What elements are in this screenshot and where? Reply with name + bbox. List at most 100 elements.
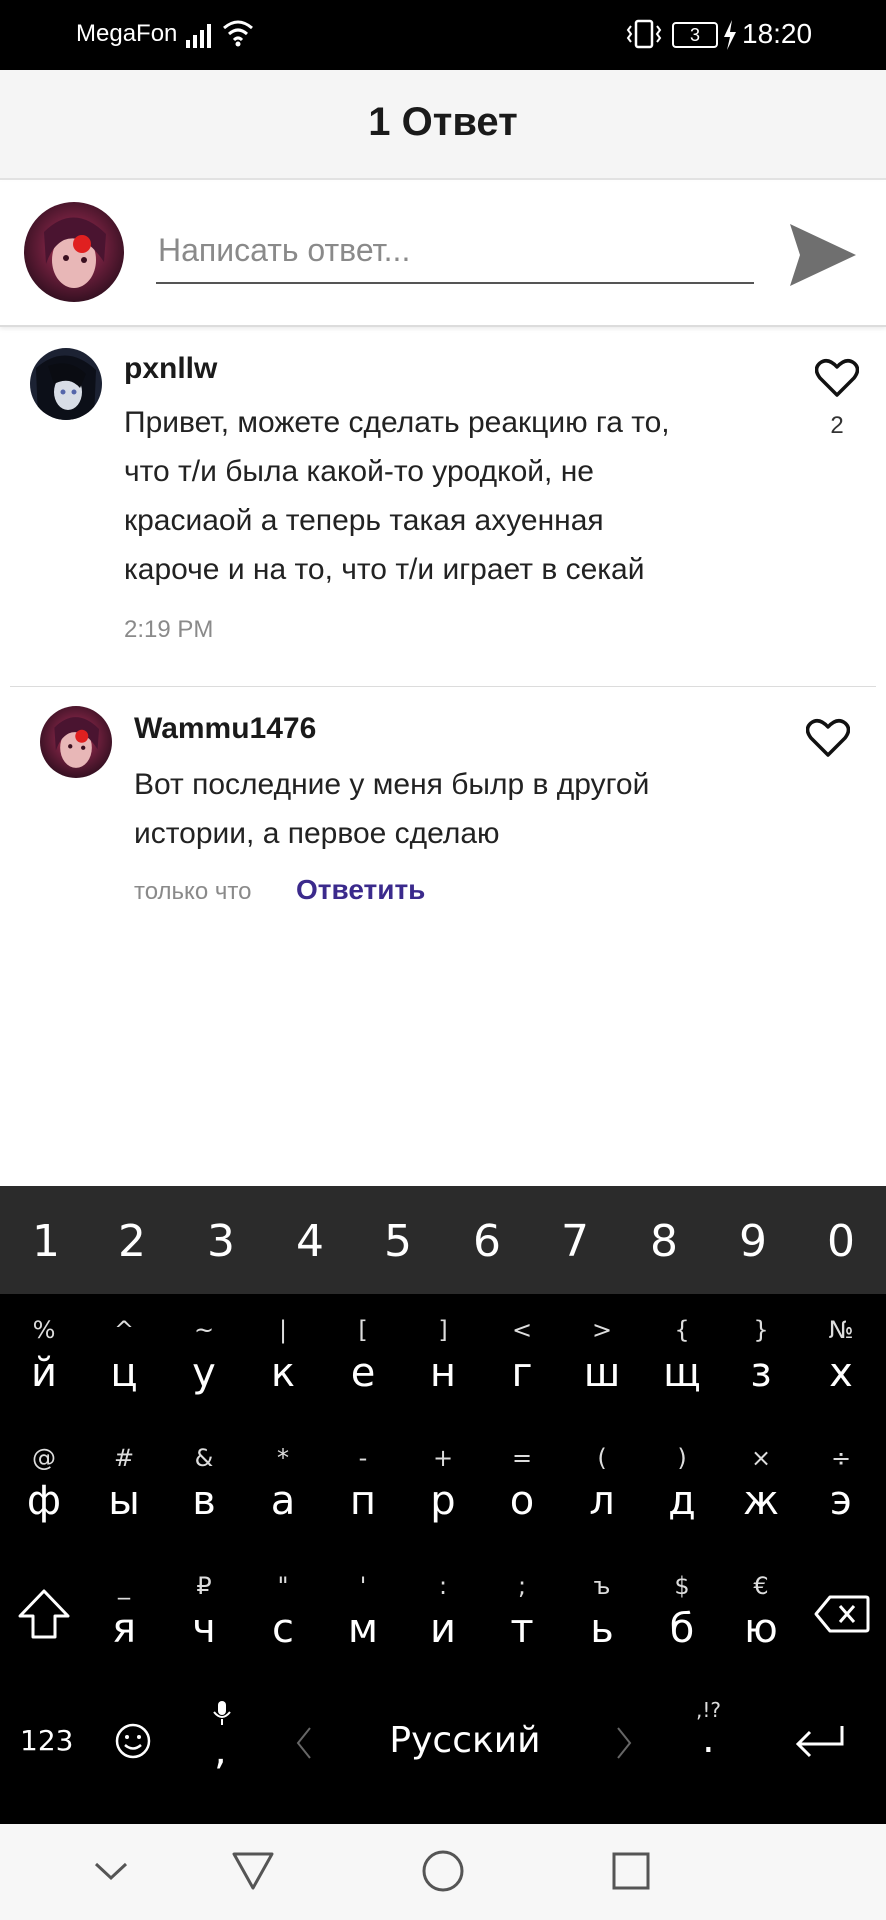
key-1[interactable]: 1 — [2, 1216, 90, 1267]
divider — [10, 686, 876, 687]
key-primary: д — [668, 1478, 696, 1524]
enter-icon[interactable] — [792, 1722, 846, 1762]
comment: Wammu1476 Вот последние у меня былр в др… — [0, 688, 886, 928]
key-secondary: № — [828, 1316, 854, 1344]
avatar[interactable] — [30, 348, 102, 420]
key-secondary: ₽ — [196, 1572, 212, 1600]
comment-username[interactable]: pxnllw — [124, 352, 217, 386]
key-letter[interactable]: × ж — [721, 1434, 801, 1554]
emoji-icon[interactable] — [114, 1722, 152, 1760]
key-letter[interactable]: ÷ э — [801, 1434, 881, 1554]
key-letter[interactable]: + р — [403, 1434, 483, 1554]
navigation-bar — [0, 1824, 886, 1920]
key-letter[interactable]: < г — [482, 1306, 562, 1426]
heart-icon[interactable] — [815, 358, 859, 398]
key-letter[interactable]: :и — [403, 1562, 483, 1682]
key-letter[interactable]: # ы — [84, 1434, 164, 1554]
key-letter[interactable]: * а — [243, 1434, 323, 1554]
key-letter[interactable]: ; т — [482, 1562, 562, 1682]
key-secondary: ' — [359, 1572, 367, 1600]
comment-timestamp: только что — [134, 878, 252, 905]
key-letter[interactable]: € ю — [721, 1562, 801, 1682]
key-letter[interactable]: $ б — [642, 1562, 722, 1682]
key-letter[interactable]: {щ — [642, 1306, 722, 1426]
key-primary: ж — [742, 1478, 780, 1524]
hide-keyboard-icon[interactable] — [86, 1846, 136, 1896]
key-secondary: _ — [118, 1572, 130, 1600]
key-letter[interactable]: = о — [482, 1434, 562, 1554]
key-primary: г — [511, 1350, 533, 1396]
shift-icon[interactable] — [16, 1588, 72, 1640]
key-letter[interactable]: (л — [562, 1434, 642, 1554]
reply-button[interactable]: Ответить — [296, 874, 425, 906]
comment-username[interactable]: Wammu1476 — [134, 712, 316, 746]
key-secondary: - — [358, 1444, 368, 1472]
mic-icon[interactable] — [212, 1700, 232, 1726]
back-icon[interactable] — [228, 1846, 278, 1896]
key-primary: ч — [192, 1606, 216, 1652]
comment-line: красиаой а теперь такая ахуенная — [124, 504, 604, 537]
key-secondary: [ — [358, 1316, 368, 1344]
key-5[interactable]: 5 — [354, 1216, 442, 1267]
key-letter[interactable]: ] н — [403, 1306, 483, 1426]
key-letter[interactable]: _ я — [84, 1562, 164, 1682]
comment-text: Вот последние у меня былр в другой истор… — [134, 760, 649, 858]
home-icon[interactable] — [418, 1846, 468, 1896]
heart-icon[interactable] — [806, 718, 850, 758]
period-key[interactable]: . — [702, 1716, 715, 1762]
key-primary: ц — [110, 1350, 138, 1396]
key-letter[interactable]: ъь — [562, 1562, 642, 1682]
send-icon[interactable] — [786, 218, 860, 292]
key-7[interactable]: 7 — [531, 1216, 619, 1267]
chevron-right-icon — [617, 1727, 632, 1759]
key-letter[interactable]: ~ у — [164, 1306, 244, 1426]
key-secondary: ] — [438, 1316, 448, 1344]
backspace-icon[interactable] — [814, 1594, 870, 1634]
key-primary: н — [429, 1350, 457, 1396]
key-secondary: @ — [32, 1444, 56, 1472]
key-letter[interactable]: & в — [164, 1434, 244, 1554]
key-letter[interactable]: } з — [721, 1306, 801, 1426]
comment-line: Привет, можете сделать реакцию га то, — [124, 406, 670, 439]
avatar[interactable] — [40, 706, 112, 778]
key-letter[interactable]: ₽ ч — [164, 1562, 244, 1682]
key-primary: м — [347, 1606, 379, 1652]
key-letter[interactable]: % й — [4, 1306, 84, 1426]
key-0[interactable]: 0 — [797, 1216, 885, 1267]
reply-input[interactable] — [156, 218, 754, 284]
key-primary: в — [192, 1478, 216, 1524]
comment-line: истории, а первое сделаю — [134, 817, 500, 850]
comment: pxnllw Привет, можете сделать реакцию га… — [0, 330, 886, 686]
key-8[interactable]: 8 — [620, 1216, 708, 1267]
key-6[interactable]: 6 — [443, 1216, 531, 1267]
key-letter[interactable]: ) д — [642, 1434, 722, 1554]
key-primary: з — [750, 1350, 772, 1396]
key-letter[interactable]: -п — [323, 1434, 403, 1554]
space-bar[interactable]: Русский — [330, 1720, 600, 1761]
key-2[interactable]: 2 — [88, 1216, 176, 1267]
key-letter[interactable]: ' м — [323, 1562, 403, 1682]
comma-key[interactable]: , — [214, 1728, 227, 1774]
key-secondary: $ — [674, 1572, 690, 1600]
key-4[interactable]: 4 — [266, 1216, 354, 1267]
key-letter[interactable]: № х — [801, 1306, 881, 1426]
key-primary: ы — [108, 1478, 140, 1524]
key-letter[interactable]: ^ ц — [84, 1306, 164, 1426]
key-secondary: | — [278, 1316, 288, 1344]
key-primary: ф — [26, 1478, 62, 1524]
avatar[interactable] — [24, 202, 124, 302]
key-letter[interactable]: @ ф — [4, 1434, 84, 1554]
chevron-left-icon — [296, 1727, 311, 1759]
key-secondary: + — [432, 1444, 454, 1472]
symbols-key[interactable]: 123 — [20, 1724, 73, 1757]
key-letter[interactable]: " с — [243, 1562, 323, 1682]
key-9[interactable]: 9 — [709, 1216, 797, 1267]
wifi-icon — [223, 20, 253, 47]
key-letter[interactable]: > ш — [562, 1306, 642, 1426]
key-primary: р — [430, 1478, 456, 1524]
comment-text: Привет, можете сделать реакцию га то, чт… — [124, 398, 670, 594]
key-letter[interactable]: [е — [323, 1306, 403, 1426]
key-3[interactable]: 3 — [177, 1216, 265, 1267]
recents-icon[interactable] — [606, 1846, 656, 1896]
key-letter[interactable]: | к — [243, 1306, 323, 1426]
